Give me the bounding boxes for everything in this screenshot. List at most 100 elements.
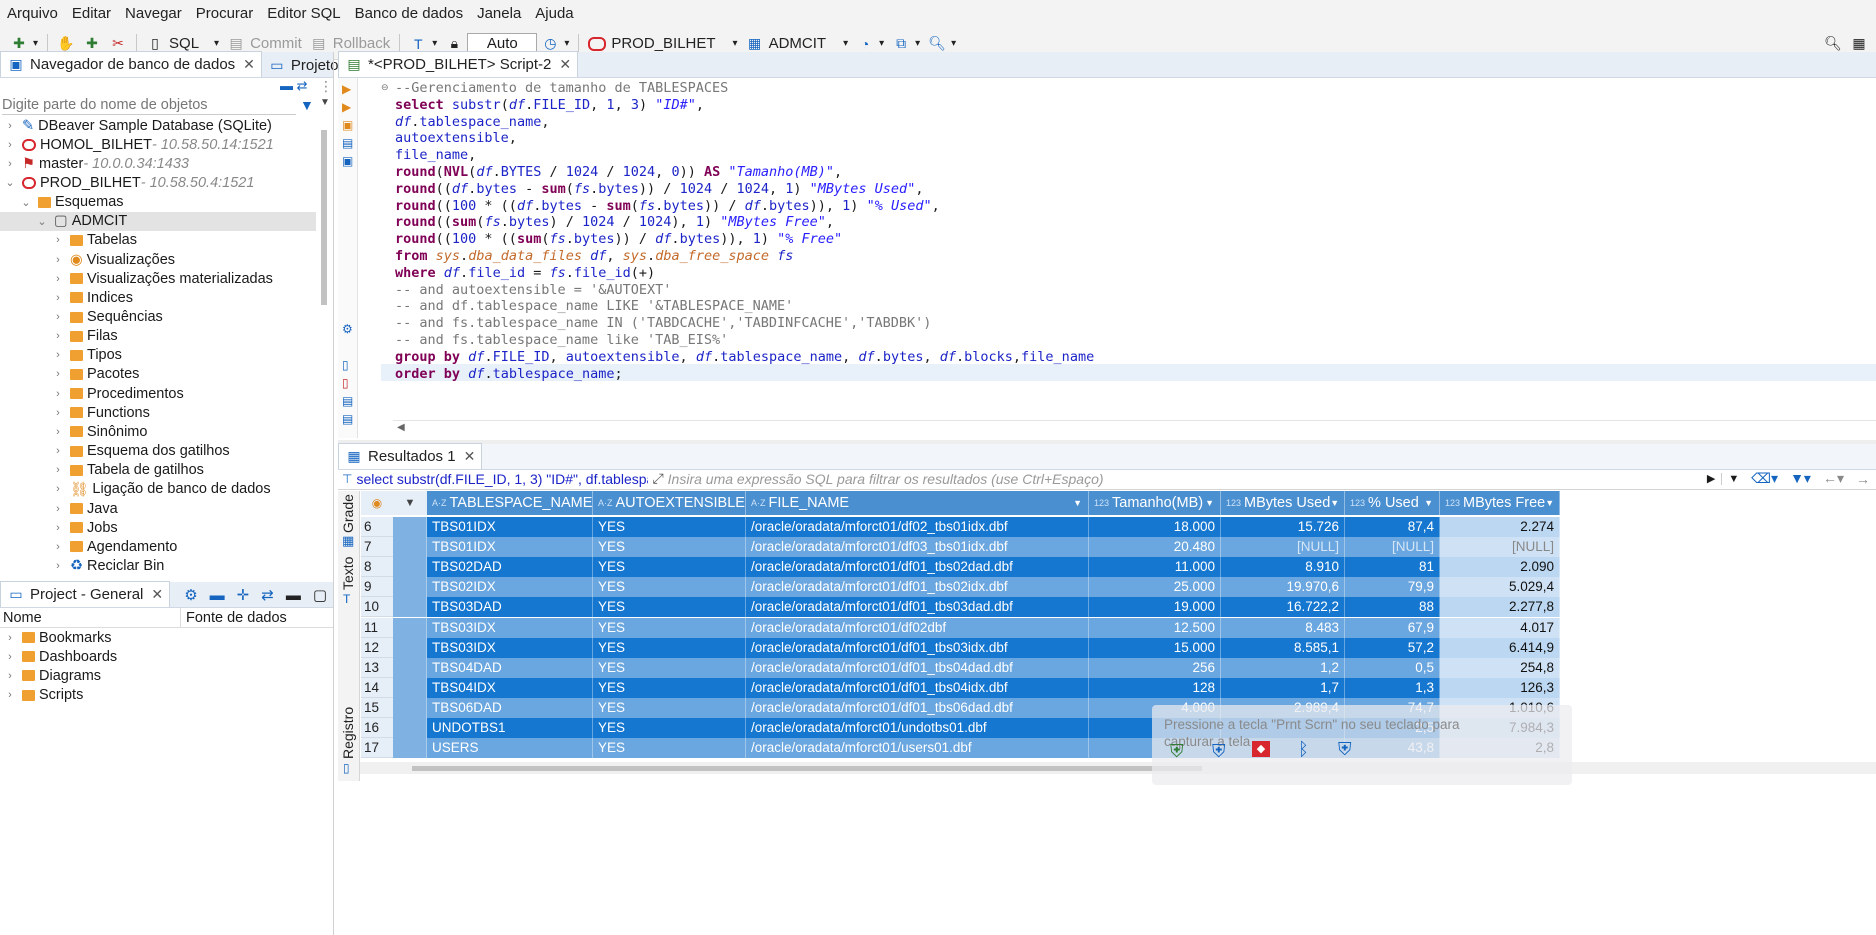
tree-node[interactable]: ⌄ Esquemas [0,193,316,212]
table-cell[interactable]: 20.480 [1089,537,1221,558]
expand-arrow-icon[interactable]: › [4,158,16,170]
table-row[interactable]: 11 TBS03IDX YES/oracle/oradata/mforct01/df… [361,617,1876,638]
row-number[interactable]: 9 [361,577,393,598]
table-cell[interactable]: /oracle/oradata/mforct01/df02dbf [746,617,1089,638]
navigator-scrollbar[interactable] [321,130,327,305]
row-number[interactable]: 17 [361,738,393,759]
table-cell[interactable]: /oracle/oradata/mforct01/df01_tbs02dad.d… [746,557,1089,578]
defender-icon[interactable]: ⛨ [1338,739,1352,760]
row-number[interactable]: 13 [361,657,393,678]
row-number[interactable]: 8 [361,557,393,578]
table-cell[interactable]: [NULL] [1440,537,1560,558]
row-selector[interactable] [393,577,427,598]
chevron-down-icon[interactable]: ▼ [320,97,330,108]
tree-node[interactable]: › Tipos [0,346,316,365]
table-cell[interactable]: 256 [1089,657,1221,678]
tree-node[interactable]: › Filas [0,327,316,346]
record-icon[interactable]: ▯ [343,761,350,775]
expand-arrow-icon[interactable]: › [4,670,16,682]
table-cell[interactable]: 25.000 [1089,577,1221,598]
table-cell[interactable]: 15.000 [1089,637,1221,658]
tab-text[interactable]: Texto [340,557,356,590]
table-cell[interactable]: YES [593,517,746,537]
expand-arrow-icon[interactable]: › [52,503,64,515]
tree-node[interactable]: › Tabelas [0,231,316,250]
text-icon[interactable]: T [343,592,350,606]
tab-results-1[interactable]: ▦ Resultados 1 ✕ [338,443,483,469]
row-selector[interactable] [393,718,427,738]
table-cell[interactable]: YES [593,537,746,558]
table-cell[interactable]: TBS01IDX [427,517,593,537]
tree-node[interactable]: › Esquema dos gatilhos [0,442,316,461]
table-row[interactable]: 14 TBS04IDX YES/oracle/oradata/mforct01/df… [361,677,1876,698]
column-header[interactable]: A·ZTABLESPACE_NAME▼ [427,491,601,515]
table-cell[interactable]: YES [593,597,746,618]
shield-icon[interactable]: ⛨ [1212,741,1226,762]
close-icon[interactable]: ✕ [151,586,163,603]
expand-arrow-icon[interactable]: › [52,445,64,457]
row-selector[interactable] [393,597,427,618]
row-header-icon[interactable]: ◉ [361,491,393,515]
table-cell[interactable]: /oracle/oradata/mforct01/df01_tbs04dad.d… [746,657,1089,678]
tree-node[interactable]: › Functions [0,403,316,422]
row-selector[interactable] [393,657,427,678]
table-cell[interactable]: 5.029,4 [1440,577,1560,598]
menu-item[interactable]: Editor SQL [260,0,347,28]
table-cell[interactable]: 254,8 [1440,657,1560,678]
expand-arrow-icon[interactable]: › [52,522,64,534]
bluetooth-icon[interactable]: ᛒ [1298,739,1309,760]
row-selector[interactable] [393,617,427,638]
table-row[interactable]: 17 USERS YES/oracle/oradata/mforct01/users… [361,738,1876,759]
table-cell[interactable]: 1,7 [1221,677,1345,698]
layout-icon[interactable]: ▤ [342,394,353,408]
table-cell[interactable]: 12.500 [1089,617,1221,638]
tree-node[interactable]: › HOMOL_BILHET - 10.58.50.14:1521 [0,135,316,154]
expand-arrow-icon[interactable]: › [4,139,16,151]
table-cell[interactable]: /oracle/oradata/mforct01/df01_tbs03idx.d… [746,637,1089,658]
table-row[interactable]: 15 TBS06DAD YES/oracle/oradata/mforct01/df… [361,697,1876,718]
table-row[interactable]: 13 TBS04DAD YES/oracle/oradata/mforct01/df… [361,657,1876,678]
sql-editor[interactable]: --Gerenciamento de tamanho de TABLESPACE… [395,80,1094,382]
table-cell[interactable]: /oracle/oradata/mforct01/df03_tbs01idx.d… [746,537,1089,558]
row-selector[interactable] [393,697,427,718]
tree-node[interactable]: › Visualizações materializadas [0,269,316,288]
expand-arrow-icon[interactable]: › [52,368,64,380]
format-icon[interactable]: ▯ [342,376,349,390]
table-cell[interactable]: [NULL] [1221,537,1345,558]
table-cell[interactable]: TBS02DAD [427,557,593,578]
table-cell[interactable]: YES [593,577,746,598]
table-cell[interactable]: 19.000 [1089,597,1221,618]
table-cell[interactable]: TBS03IDX [427,617,593,638]
expand-arrow-icon[interactable]: › [52,560,64,572]
table-cell[interactable]: 2.090 [1440,557,1560,578]
link-icon[interactable]: ⇄ [255,583,280,607]
project-item[interactable]: › Bookmarks [4,628,111,647]
project-item[interactable]: › Dashboards [4,647,117,666]
clear-filter-icon[interactable]: ⌫▾ [1745,470,1784,487]
sort-icon[interactable]: ▼ [1545,498,1560,508]
minimize-icon[interactable]: ▬ [280,583,307,607]
expand-arrow-icon[interactable]: › [52,388,64,400]
grid-icon[interactable]: ▦ [342,533,354,549]
expand-arrow-icon[interactable]: › [4,632,16,644]
table-cell[interactable]: TBS02IDX [427,577,593,598]
sort-dropdown-icon[interactable]: ▼ [393,491,427,515]
table-cell[interactable]: 128 [1089,677,1221,698]
apply-filter-icon[interactable]: ▶ [1701,472,1721,485]
expand-arrow-icon[interactable]: › [52,254,64,266]
row-number[interactable]: 11 [361,617,393,638]
app-icon[interactable]: ◆ [1252,741,1270,757]
table-cell[interactable]: /oracle/oradata/mforct01/users01.dbf [746,738,1089,759]
back-icon[interactable]: ←▾ [1817,470,1850,487]
expand-arrow-icon[interactable]: › [52,464,64,476]
maximize-icon[interactable]: ▢ [307,583,333,607]
table-cell[interactable]: YES [593,677,746,698]
expand-arrow-icon[interactable]: › [4,689,16,701]
table-row[interactable]: 6 TBS01IDX YES/oracle/oradata/mforct01/df0… [361,517,1876,537]
tree-node[interactable]: › Sinônimo [0,422,316,441]
tab-script-2[interactable]: ▤ *<PROD_BILHET> Script-2 ✕ [338,51,579,77]
forward-icon[interactable]: → [1850,471,1876,487]
tree-node[interactable]: › Tabela de gatilhos [0,461,316,480]
navigator-search-input[interactable]: Digite parte do nome de objetos [2,95,296,115]
table-cell[interactable]: 81 [1345,557,1440,578]
